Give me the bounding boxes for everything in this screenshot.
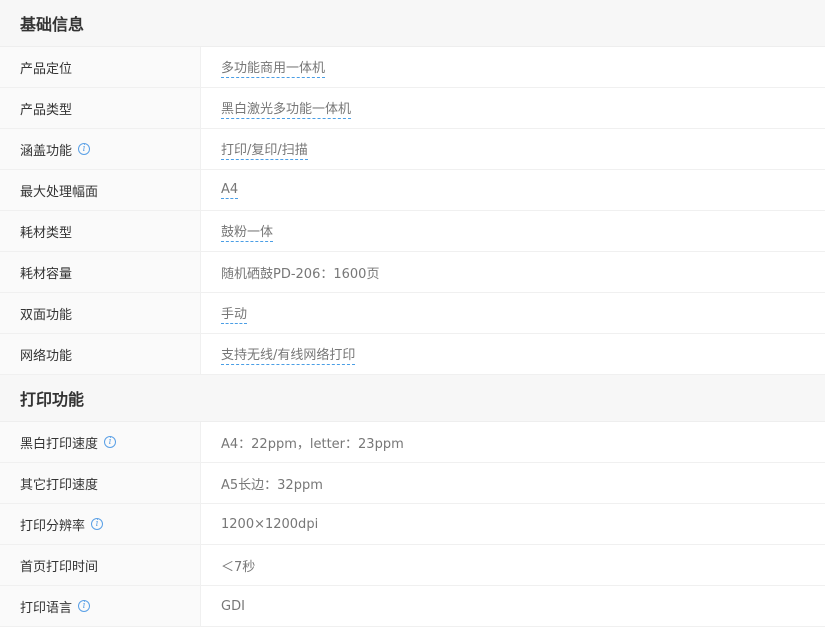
spec-value: A4 xyxy=(201,170,825,210)
spec-value-link[interactable]: 鼓粉一体 xyxy=(221,221,274,242)
spec-label: 黑白打印速度 i xyxy=(0,422,201,462)
spec-label: 耗材容量 xyxy=(0,252,201,292)
spec-value-text: 1200×1200dpi xyxy=(221,516,319,532)
label-text: 产品定位 xyxy=(20,61,73,77)
spec-label: 涵盖功能 i xyxy=(0,129,201,169)
spec-row: 产品类型 黑白激光多功能一体机 xyxy=(0,88,825,129)
spec-label: 打印分辨率 i xyxy=(0,504,201,544)
spec-row: 其它打印速度 A5长边：32ppm xyxy=(0,463,825,504)
spec-value: 1200×1200dpi xyxy=(201,504,825,544)
label-text: 最大处理幅面 xyxy=(20,184,99,200)
spec-value: ＜7秒 xyxy=(201,545,825,585)
spec-label: 首页打印时间 xyxy=(0,545,201,585)
spec-label: 产品类型 xyxy=(0,88,201,128)
spec-value: 打印/复印/扫描 xyxy=(201,129,825,169)
spec-value-text: A5长边：32ppm xyxy=(221,477,323,493)
section-title: 基础信息 xyxy=(20,15,85,34)
label-text: 耗材类型 xyxy=(20,225,73,241)
info-icon[interactable]: i xyxy=(78,143,91,155)
spec-value-link[interactable]: 多功能商用一体机 xyxy=(221,57,326,78)
info-icon[interactable]: i xyxy=(104,436,117,448)
spec-value: 多功能商用一体机 xyxy=(201,47,825,87)
spec-label: 双面功能 xyxy=(0,293,201,333)
spec-value-text: GDI xyxy=(221,598,245,614)
spec-label: 最大处理幅面 xyxy=(0,170,201,210)
spec-value: 随机硒鼓PD-206：1600页 xyxy=(201,252,825,292)
spec-value: 手动 xyxy=(201,293,825,333)
spec-label: 耗材类型 xyxy=(0,211,201,251)
section-header-basic: 基础信息 xyxy=(0,0,825,47)
spec-value-text: ＜7秒 xyxy=(221,559,256,575)
spec-row: 网络功能 支持无线/有线网络打印 xyxy=(0,334,825,375)
spec-value: GDI xyxy=(201,586,825,626)
spec-row: 最大处理幅面 A4 xyxy=(0,170,825,211)
info-icon[interactable]: i xyxy=(91,518,104,530)
spec-row: 首页打印时间 ＜7秒 xyxy=(0,545,825,586)
spec-label: 产品定位 xyxy=(0,47,201,87)
spec-row: 打印分辨率 i 1200×1200dpi xyxy=(0,504,825,545)
info-icon[interactable]: i xyxy=(78,600,91,612)
spec-row: 产品定位 多功能商用一体机 xyxy=(0,47,825,88)
spec-row: 耗材容量 随机硒鼓PD-206：1600页 xyxy=(0,252,825,293)
spec-label: 其它打印速度 xyxy=(0,463,201,503)
spec-row: 涵盖功能 i 打印/复印/扫描 xyxy=(0,129,825,170)
label-text: 双面功能 xyxy=(20,307,73,323)
label-text: 涵盖功能 xyxy=(20,143,73,159)
label-text: 网络功能 xyxy=(20,348,73,364)
spec-value: 黑白激光多功能一体机 xyxy=(201,88,825,128)
spec-row: 黑白打印速度 i A4：22ppm，letter：23ppm xyxy=(0,422,825,463)
label-text: 耗材容量 xyxy=(20,266,73,282)
spec-label: 网络功能 xyxy=(0,334,201,374)
spec-row: 双面功能 手动 xyxy=(0,293,825,334)
label-text: 产品类型 xyxy=(20,102,73,118)
spec-value-link[interactable]: 打印/复印/扫描 xyxy=(221,139,308,160)
spec-value: 支持无线/有线网络打印 xyxy=(201,334,825,374)
spec-table: 基础信息 产品定位 多功能商用一体机 产品类型 黑白激光多功能一体机 涵盖功能 i… xyxy=(0,0,825,627)
spec-row: 耗材类型 鼓粉一体 xyxy=(0,211,825,252)
section-header-print: 打印功能 xyxy=(0,375,825,422)
spec-label: 打印语言 i xyxy=(0,586,201,626)
spec-value-link[interactable]: A4 xyxy=(221,182,239,199)
spec-value-link[interactable]: 支持无线/有线网络打印 xyxy=(221,344,356,365)
label-text: 其它打印速度 xyxy=(20,477,99,493)
spec-value-text: A4：22ppm，letter：23ppm xyxy=(221,436,404,452)
label-text: 首页打印时间 xyxy=(20,559,99,575)
spec-row: 打印语言 i GDI xyxy=(0,586,825,627)
spec-value-link[interactable]: 黑白激光多功能一体机 xyxy=(221,98,352,119)
section-title: 打印功能 xyxy=(20,390,85,409)
spec-value-text: 随机硒鼓PD-206：1600页 xyxy=(221,266,380,282)
label-text: 打印分辨率 xyxy=(20,518,86,534)
spec-value: A4：22ppm，letter：23ppm xyxy=(201,422,825,462)
label-text: 黑白打印速度 xyxy=(20,436,99,452)
label-text: 打印语言 xyxy=(20,600,73,616)
spec-value-link[interactable]: 手动 xyxy=(221,303,248,324)
spec-value: A5长边：32ppm xyxy=(201,463,825,503)
spec-value: 鼓粉一体 xyxy=(201,211,825,251)
